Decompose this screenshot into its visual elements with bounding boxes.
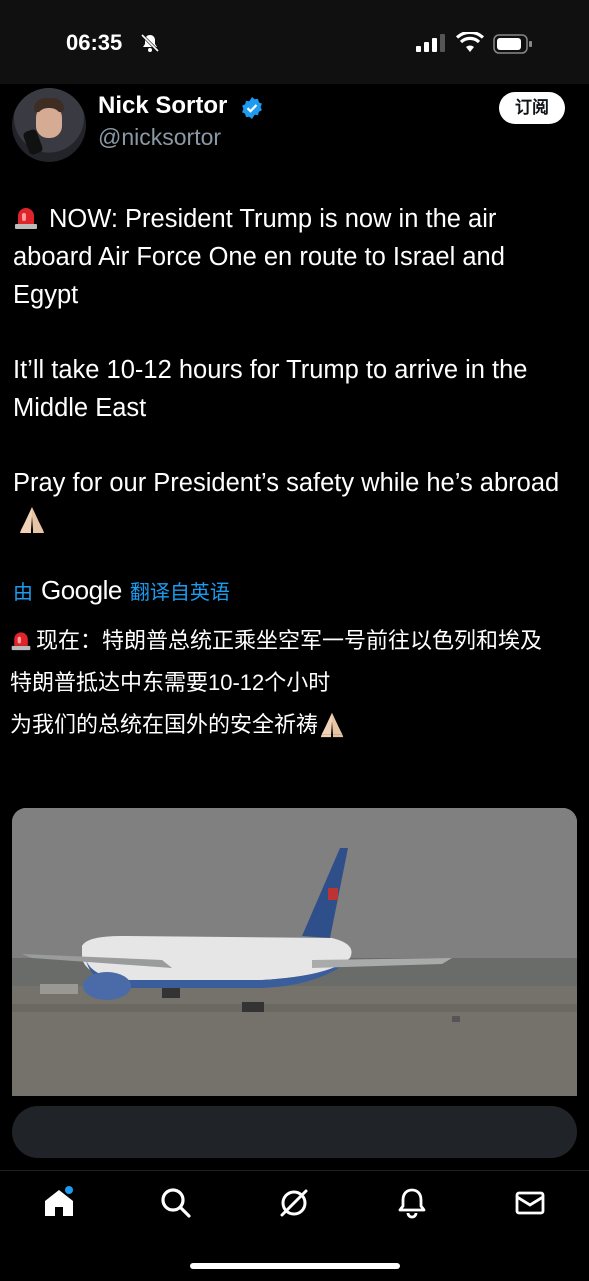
avatar[interactable] bbox=[12, 88, 86, 162]
translation-header[interactable]: 由 Google 翻译自英语 bbox=[13, 574, 230, 606]
translated-body: 现在：特朗普总统正乘坐空军一号前往以色列和埃及 特朗普抵达中东需要10-12个小… bbox=[10, 624, 576, 750]
status-time: 06:35 bbox=[66, 30, 123, 55]
siren-emoji-icon bbox=[15, 208, 37, 229]
subscribe-button[interactable]: 订阅 bbox=[499, 92, 565, 124]
verified-badge-icon bbox=[242, 97, 262, 119]
tweet-body: NOW: President Trump is now in the air a… bbox=[13, 200, 573, 577]
siren-emoji-icon bbox=[11, 632, 31, 651]
tweet-paragraph: NOW: President Trump is now in the air a… bbox=[13, 200, 573, 314]
tweet-header: Nick Sortor @nicksortor 订阅 bbox=[0, 84, 589, 174]
reply-bar bbox=[0, 1096, 589, 1170]
tweet-line-2: It’ll take 10-12 hours for Trump to arri… bbox=[13, 356, 528, 422]
battery-icon bbox=[493, 34, 532, 54]
home-icon[interactable] bbox=[41, 1185, 77, 1221]
translated-line-1: 现在：特朗普总统正乘坐空军一号前往以色列和埃及 bbox=[36, 628, 543, 653]
praying-hands-emoji-icon bbox=[20, 507, 44, 533]
status-bar: 06:35 bbox=[0, 0, 589, 84]
translated-paragraph: 为我们的总统在国外的安全祈祷 bbox=[10, 708, 576, 742]
tweet-paragraph: It’ll take 10-12 hours for Trump to arri… bbox=[13, 351, 573, 427]
translated-paragraph: 特朗普抵达中东需要10-12个小时 bbox=[10, 666, 576, 700]
cellular-signal-icon bbox=[416, 34, 445, 52]
translation-by-label: 由 bbox=[13, 581, 33, 604]
tweet-line-3: Pray for our President’s safety while he… bbox=[13, 469, 560, 497]
home-indicator[interactable] bbox=[190, 1263, 400, 1269]
bell-muted-icon bbox=[140, 33, 160, 53]
wifi-icon bbox=[456, 32, 484, 52]
tweet-media-video[interactable] bbox=[12, 808, 577, 1108]
google-logo: Google bbox=[41, 574, 122, 605]
translated-line-2: 特朗普抵达中东需要10-12个小时 bbox=[10, 670, 331, 695]
translated-line-3: 为我们的总统在国外的安全祈祷 bbox=[10, 712, 319, 737]
grok-icon[interactable] bbox=[276, 1185, 312, 1221]
praying-hands-emoji-icon bbox=[320, 712, 344, 738]
translation-source-label[interactable]: 翻译自英语 bbox=[130, 576, 230, 605]
author-handle[interactable]: @nicksortor bbox=[98, 124, 221, 151]
tweet-line-1: NOW: President Trump is now in the air a… bbox=[13, 205, 505, 309]
translated-paragraph: 现在：特朗普总统正乘坐空军一号前往以色列和埃及 bbox=[10, 624, 576, 658]
reply-input[interactable] bbox=[12, 1106, 577, 1158]
mail-icon[interactable] bbox=[512, 1185, 548, 1221]
bottom-tab-bar bbox=[0, 1170, 589, 1281]
bell-icon[interactable] bbox=[394, 1185, 430, 1221]
tweet-paragraph: Pray for our President’s safety while he… bbox=[13, 464, 573, 540]
search-icon[interactable] bbox=[158, 1185, 194, 1221]
airplane-image bbox=[12, 808, 577, 1108]
author-name[interactable]: Nick Sortor bbox=[98, 92, 227, 120]
